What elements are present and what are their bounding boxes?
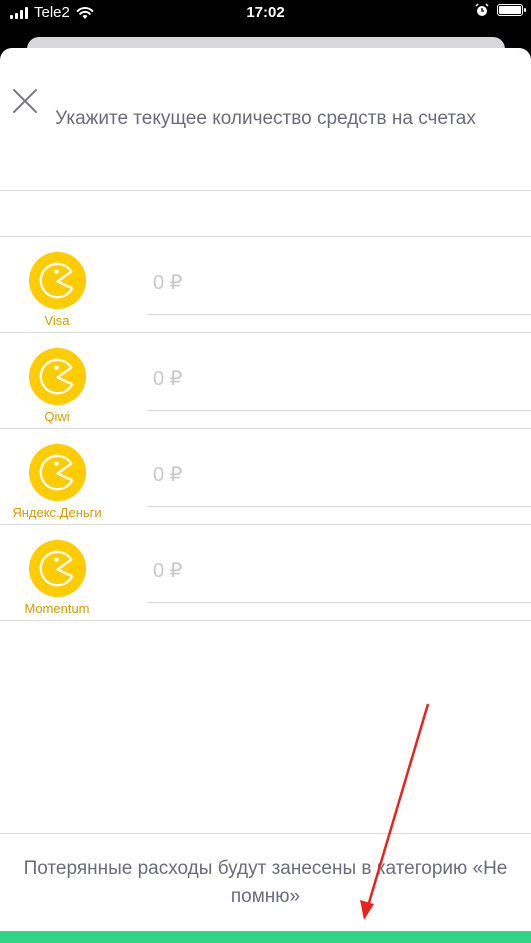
page-title: Укажите текущее количество средств на сч…: [55, 108, 476, 129]
account-name: Яндекс.Деньги: [12, 505, 102, 520]
continue-bar[interactable]: [0, 931, 531, 943]
account-name: Momentum: [24, 601, 90, 616]
pacman-coin-icon: [28, 347, 87, 406]
account-row[interactable]: Qiwi: [0, 333, 531, 429]
close-icon[interactable]: [12, 88, 38, 114]
input-underline: [147, 314, 531, 315]
amount-input[interactable]: [153, 560, 513, 583]
battery-level: [499, 6, 521, 14]
amount-input[interactable]: [153, 368, 513, 391]
account-row[interactable]: Visa: [0, 237, 531, 333]
input-underline: [147, 602, 531, 603]
account-name: Qiwi: [44, 409, 70, 424]
account-row[interactable]: Яндекс.Деньги: [0, 429, 531, 525]
divider: [0, 833, 531, 834]
battery-icon: [497, 4, 526, 16]
status-time: 17:02: [246, 4, 285, 21]
alarm-clock-icon: [475, 3, 489, 16]
input-underline: [147, 410, 531, 411]
input-underline: [147, 506, 531, 507]
status-bar: Tele2 17:02: [0, 0, 531, 26]
pacman-coin-icon: [28, 539, 87, 598]
divider: [0, 190, 531, 191]
account-row[interactable]: Momentum: [0, 525, 531, 621]
account-name: Visa: [44, 313, 70, 328]
footer-note: Потерянные расходы будут занесены в кате…: [23, 858, 508, 907]
status-right: [475, 3, 526, 17]
row-divider: [0, 620, 531, 621]
pacman-coin-icon: [28, 251, 87, 310]
pacman-coin-icon: [28, 443, 87, 502]
amount-input[interactable]: [153, 272, 513, 295]
amount-input[interactable]: [153, 464, 513, 487]
modal-sheet: Укажите текущее количество средств на сч…: [0, 48, 531, 943]
